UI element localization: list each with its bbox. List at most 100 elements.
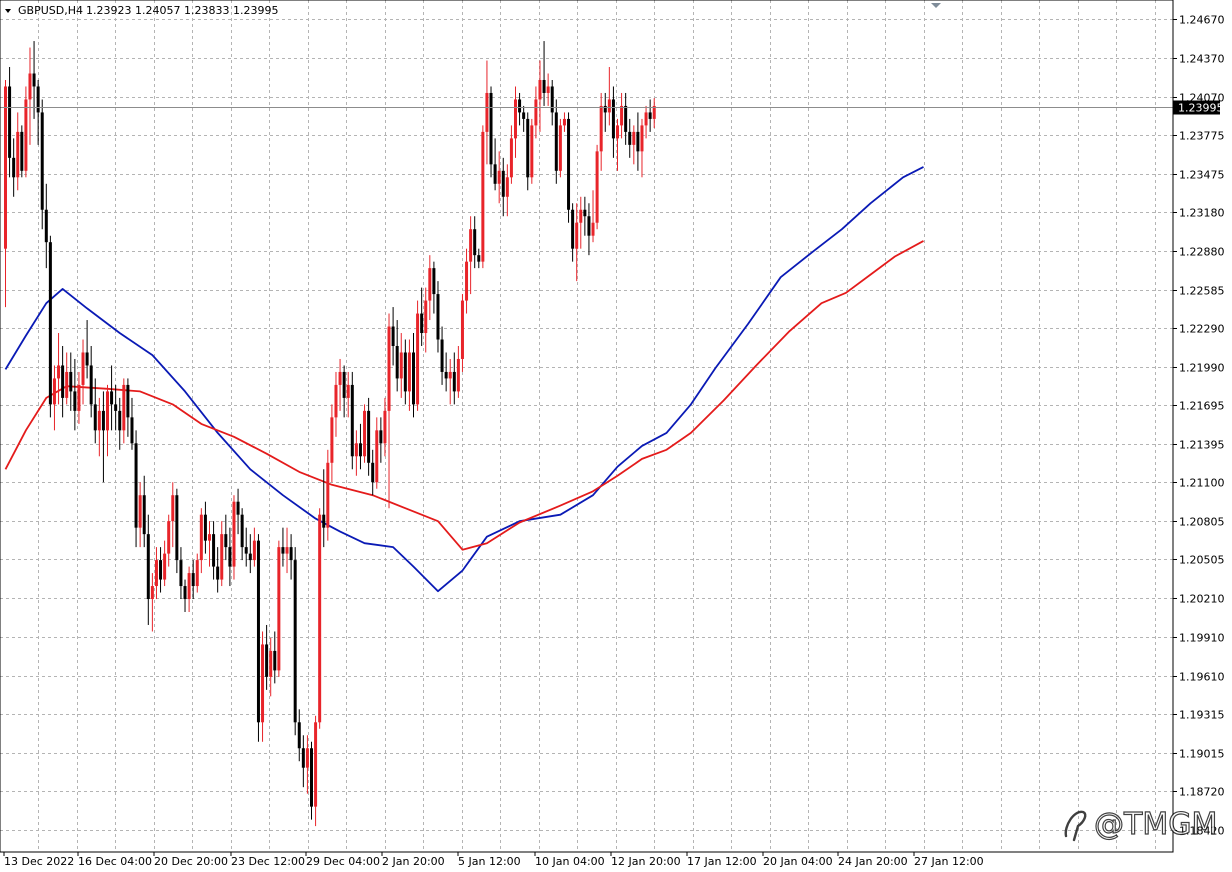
candlestick <box>489 86 493 178</box>
candle-body <box>203 514 207 541</box>
candle-body <box>371 462 375 483</box>
candle-body <box>334 384 338 418</box>
candle-body <box>595 151 599 223</box>
candle-body <box>497 170 501 184</box>
candle-body <box>489 92 493 165</box>
candle-body <box>587 216 591 236</box>
candle-body <box>363 410 367 457</box>
candlestick <box>350 371 354 470</box>
y-tick-label: 1.19610 <box>1179 671 1225 684</box>
candlestick <box>40 99 44 230</box>
candle-body <box>322 514 326 528</box>
candlestick <box>20 125 24 178</box>
y-tick-label: 1.20210 <box>1179 593 1225 606</box>
candle-body <box>436 294 440 340</box>
candle-body <box>212 534 216 567</box>
candle-body <box>518 99 522 113</box>
x-tick-label: 20 Dec 20:00 <box>154 855 228 868</box>
y-tick-label: 1.19015 <box>1179 748 1225 761</box>
candle-body <box>546 86 550 93</box>
candle-body <box>293 560 297 723</box>
candle-body <box>509 138 513 178</box>
chart-canvas[interactable]: 1.246701.243701.240701.237751.234751.231… <box>0 0 1232 872</box>
candle-body <box>375 430 379 483</box>
candle-body <box>159 560 163 580</box>
candle-body <box>616 125 619 139</box>
candlestick <box>256 534 260 742</box>
x-tick-label: 24 Jan 20:00 <box>838 855 908 868</box>
candle-body <box>632 131 636 145</box>
candle-body <box>493 164 497 184</box>
candle-body <box>440 339 444 372</box>
chart-header: GBPUSD,H4 1.23923 1.24057 1.23833 1.2399… <box>5 4 278 17</box>
candle-body <box>232 501 236 567</box>
candle-body <box>620 105 624 126</box>
candle-body <box>395 345 399 379</box>
y-tick-label: 1.21395 <box>1179 439 1225 452</box>
candle-body <box>61 365 65 398</box>
candle-body <box>534 99 538 126</box>
y-tick-label: 1.21100 <box>1179 477 1225 490</box>
candlestick <box>318 508 322 729</box>
candle-body <box>473 229 477 256</box>
candle-body <box>342 371 346 398</box>
candle-body <box>383 410 387 444</box>
candle-body <box>89 365 93 405</box>
y-tick-label: 1.19910 <box>1179 632 1225 645</box>
y-tick-label: 1.20505 <box>1179 554 1225 567</box>
price-chart[interactable]: 1.24670 1.24370 1.24070 1.23775 1.23475 1.231… <box>0 0 1232 872</box>
y-tick-label: 1.23775 <box>1179 130 1225 143</box>
candle-body <box>469 229 473 262</box>
watermark-text: @TMGM <box>1094 807 1217 842</box>
candle-body <box>256 540 260 723</box>
candle-body <box>358 443 362 457</box>
y-tick-label: 1.21990 <box>1179 362 1225 375</box>
candle-body <box>281 547 285 554</box>
candle-body <box>114 404 118 411</box>
x-tick-label: 16 Dec 04:00 <box>78 855 152 868</box>
y-tick-label: 1.24670 <box>1179 14 1225 27</box>
candle-body <box>314 722 318 807</box>
candle-body <box>179 560 183 587</box>
candle-body <box>505 177 509 197</box>
candle-body <box>134 443 138 528</box>
candle-body <box>403 352 407 392</box>
candle-body <box>4 86 7 249</box>
candle-body <box>36 86 40 113</box>
candle-body <box>420 313 424 334</box>
y-tick-label: 1.19315 <box>1179 709 1225 722</box>
candle-body <box>648 112 652 119</box>
candle-body <box>244 547 248 554</box>
candle-body <box>318 514 322 723</box>
candle-body <box>93 404 97 431</box>
candle-body <box>391 326 395 346</box>
candle-body <box>591 222 595 236</box>
candle-body <box>432 268 436 295</box>
candle-body <box>530 125 534 178</box>
candle-body <box>208 534 211 541</box>
candlestick <box>363 404 367 463</box>
y-tick-label: 1.23180 <box>1179 207 1225 220</box>
x-tick-label: 17 Jan 12:00 <box>687 855 757 868</box>
ohlc-label: 1.23923 1.24057 1.23833 1.23995 <box>86 4 278 17</box>
x-tick-label: 10 Jan 04:00 <box>535 855 605 868</box>
current-price-label: 1.23995 <box>1178 102 1224 115</box>
y-tick-label: 1.22880 <box>1179 246 1225 259</box>
candle-body <box>126 384 130 418</box>
candle-body <box>48 242 52 405</box>
candle-body <box>265 644 269 677</box>
candle-body <box>81 352 85 385</box>
y-tick-label: 1.22585 <box>1179 285 1225 298</box>
candle-body <box>269 650 273 677</box>
candle-body <box>224 534 228 548</box>
candlestick <box>416 300 420 411</box>
candlestick <box>481 125 485 269</box>
x-tick-label: 2 Jan 20:00 <box>382 855 445 868</box>
y-tick-label: 1.22290 <box>1179 323 1225 336</box>
candle-body <box>603 105 607 113</box>
candle-body <box>628 131 632 145</box>
candle-body <box>326 462 330 528</box>
candle-body <box>607 99 611 113</box>
candle-body <box>501 170 505 197</box>
candle-body <box>28 73 32 100</box>
